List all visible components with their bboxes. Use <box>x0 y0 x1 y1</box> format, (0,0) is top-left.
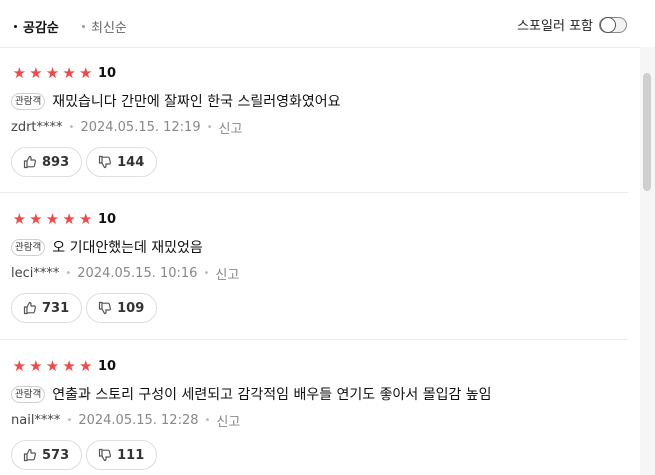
sort-option-likes-label: 공감순 <box>23 21 59 36</box>
like-button[interactable]: 573 <box>11 440 83 470</box>
thumbs-down-icon <box>99 301 112 315</box>
star-icon: ★ <box>12 64 27 82</box>
dislike-count: 111 <box>117 447 145 463</box>
review-sort-bar: 공감순 최신순 스포일러 포함 <box>0 0 640 48</box>
thumbs-up-icon <box>23 155 37 169</box>
review-actions: 573 111 <box>11 440 161 470</box>
rating-score: 10 <box>97 211 117 227</box>
spoiler-toggle[interactable] <box>599 16 627 33</box>
sort-option-latest[interactable]: 최신순 <box>82 17 127 36</box>
review-item: ★ ★ ★ ★ ★ 10 관람객 연출과 스토리 구성이 세련되고 감각적임 배… <box>0 358 628 475</box>
report-link[interactable]: 신고 <box>216 411 240 430</box>
review-actions: 731 109 <box>11 293 161 323</box>
rating: ★ ★ ★ ★ ★ 10 <box>11 64 117 82</box>
separator: • <box>203 268 210 279</box>
thumbs-up-icon <box>23 301 37 315</box>
star-icon: ★ <box>78 210 93 228</box>
review-body: 관람객 연출과 스토리 구성이 세련되고 감각적임 배우들 연기도 좋아서 몰입… <box>11 384 492 404</box>
sort-option-latest-label: 최신순 <box>91 21 127 36</box>
report-link[interactable]: 신고 <box>219 118 243 137</box>
dislike-count: 109 <box>117 300 145 316</box>
review-item: ★ ★ ★ ★ ★ 10 관람객 재밌습니다 간만에 잘짜인 한국 스릴러영화였… <box>0 65 628 193</box>
dislike-button[interactable]: 111 <box>86 440 158 470</box>
scrollbar[interactable] <box>640 47 655 475</box>
review-meta: zdrt**** • 2024.05.15. 12:19 • 신고 <box>11 118 242 137</box>
separator: • <box>66 415 73 426</box>
thumbs-down-icon <box>99 448 112 462</box>
bullet-icon <box>14 25 17 28</box>
star-icon: ★ <box>62 357 76 375</box>
review-user: zdrt**** <box>11 120 63 135</box>
star-icon: ★ <box>29 357 43 375</box>
dislike-count: 144 <box>117 154 145 170</box>
review-text: 연출과 스토리 구성이 세련되고 감각적임 배우들 연기도 좋아서 몰입감 높임 <box>52 387 492 403</box>
like-button[interactable]: 731 <box>11 293 83 323</box>
dislike-button[interactable]: 144 <box>86 147 158 177</box>
star-icon: ★ <box>12 210 27 228</box>
review-item: ★ ★ ★ ★ ★ 10 관람객 오 기대안했는데 재밌었음 leci**** … <box>0 211 628 340</box>
viewer-badge: 관람객 <box>11 92 46 110</box>
star-icon: ★ <box>78 64 93 82</box>
spoiler-label: 스포일러 포함 <box>517 19 593 34</box>
review-text: 오 기대안했는데 재밌었음 <box>52 240 203 256</box>
scrollbar-thumb[interactable] <box>643 73 651 191</box>
like-count: 893 <box>42 154 70 170</box>
review-date: 2024.05.15. 10:16 <box>77 266 198 281</box>
star-icon: ★ <box>29 210 43 228</box>
separator: • <box>204 415 211 426</box>
thumbs-down-icon <box>99 155 112 169</box>
star-icon: ★ <box>45 64 60 82</box>
review-body: 관람객 오 기대안했는데 재밌었음 <box>11 237 203 257</box>
review-user: leci**** <box>11 266 60 281</box>
review-meta: leci**** • 2024.05.15. 10:16 • 신고 <box>11 264 239 283</box>
rating-score: 10 <box>97 358 117 374</box>
review-user: nail**** <box>11 413 61 428</box>
viewer-badge: 관람객 <box>11 238 46 256</box>
review-date: 2024.05.15. 12:28 <box>78 413 199 428</box>
viewer-badge: 관람객 <box>11 385 46 403</box>
separator: • <box>65 268 72 279</box>
report-link[interactable]: 신고 <box>215 264 239 283</box>
review-actions: 893 144 <box>11 147 161 177</box>
rating-score: 10 <box>97 65 117 81</box>
sort-option-likes[interactable]: 공감순 <box>14 17 59 36</box>
star-icon: ★ <box>29 64 43 82</box>
thumbs-up-icon <box>23 448 37 462</box>
toggle-knob <box>600 16 616 33</box>
dislike-button[interactable]: 109 <box>86 293 158 323</box>
spoiler-filter: 스포일러 포함 <box>517 15 627 34</box>
star-icon: ★ <box>62 64 76 82</box>
separator: • <box>206 122 213 133</box>
star-icon: ★ <box>78 357 93 375</box>
star-icon: ★ <box>62 210 76 228</box>
review-body: 관람객 재밌습니다 간만에 잘짜인 한국 스릴러영화였어요 <box>11 91 341 111</box>
separator: • <box>68 122 75 133</box>
rating: ★ ★ ★ ★ ★ 10 <box>11 210 117 228</box>
star-icon: ★ <box>12 357 27 375</box>
bullet-icon <box>82 25 85 28</box>
star-icon: ★ <box>45 210 60 228</box>
review-date: 2024.05.15. 12:19 <box>80 120 201 135</box>
like-button[interactable]: 893 <box>11 147 83 177</box>
review-meta: nail**** • 2024.05.15. 12:28 • 신고 <box>11 411 240 430</box>
rating: ★ ★ ★ ★ ★ 10 <box>11 357 117 375</box>
star-icon: ★ <box>45 357 60 375</box>
review-text: 재밌습니다 간만에 잘짜인 한국 스릴러영화였어요 <box>52 94 341 110</box>
like-count: 731 <box>42 300 70 316</box>
like-count: 573 <box>42 447 70 463</box>
